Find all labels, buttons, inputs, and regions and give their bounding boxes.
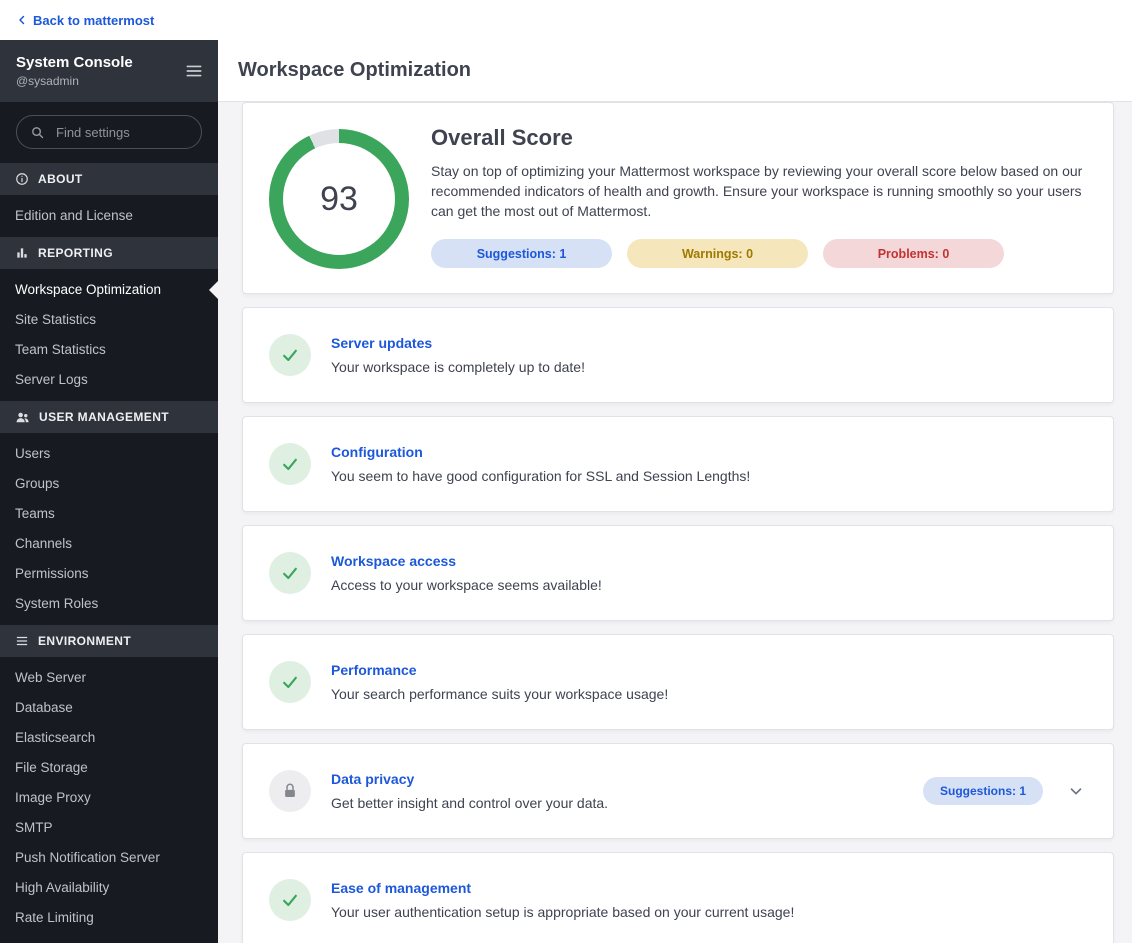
- section-header-about: ABOUT: [0, 163, 218, 195]
- card-ease-of-management: Ease of management Your user authenticati…: [242, 852, 1114, 943]
- status-text: Configuration You seem to have good confi…: [331, 444, 1085, 484]
- sidebar-item-high-availability[interactable]: High Availability: [0, 873, 218, 903]
- sidebar: System Console @sysadmin ABOUT Edition an…: [0, 40, 218, 943]
- status-text: Data privacy Get better insight and contr…: [331, 771, 923, 811]
- search-box[interactable]: [16, 115, 202, 149]
- check-icon: [269, 879, 311, 921]
- status-title-link[interactable]: Configuration: [331, 444, 423, 460]
- sidebar-item-web-server[interactable]: Web Server: [0, 663, 218, 693]
- console-user: @sysadmin: [16, 74, 79, 88]
- status-text: Workspace access Access to your workspace…: [331, 553, 1085, 593]
- sidebar-item-system-roles[interactable]: System Roles: [0, 589, 218, 619]
- section-label: USER MANAGEMENT: [39, 410, 170, 424]
- sidebar-item-elasticsearch[interactable]: Elasticsearch: [0, 723, 218, 753]
- sidebar-item-push-notification-server[interactable]: Push Notification Server: [0, 843, 218, 873]
- section-label: REPORTING: [38, 246, 113, 260]
- info-icon: [15, 172, 29, 186]
- search-icon: [30, 125, 45, 140]
- section-label: ENVIRONMENT: [38, 634, 132, 648]
- status-description: Get better insight and control over your…: [331, 795, 609, 811]
- sidebar-item-workspace-optimization[interactable]: Workspace Optimization: [0, 275, 218, 305]
- chip-warnings: Warnings: 0: [627, 239, 808, 268]
- page-header: Workspace Optimization: [218, 40, 1132, 102]
- chip-problems: Problems: 0: [823, 239, 1004, 268]
- status-title-link[interactable]: Ease of management: [331, 880, 471, 896]
- chevron-left-icon: [16, 14, 28, 26]
- back-label: Back to mattermost: [33, 12, 155, 28]
- console-title: System Console: [16, 54, 133, 71]
- menu-icon[interactable]: [184, 61, 204, 81]
- sidebar-item-rate-limiting[interactable]: Rate Limiting: [0, 903, 218, 933]
- sidebar-item-server-logs[interactable]: Server Logs: [0, 365, 218, 395]
- status-description: Access to your workspace seems available…: [331, 577, 602, 593]
- sidebar-item-image-proxy[interactable]: Image Proxy: [0, 783, 218, 813]
- status-right: Suggestions: 1: [923, 777, 1085, 805]
- status-text: Server updates Your workspace is complete…: [331, 335, 1085, 375]
- content: 93 Overall Score Stay on top of optimizi…: [218, 102, 1132, 943]
- chip-suggestions: Suggestions: 1: [431, 239, 612, 268]
- overview-title: Overall Score: [431, 125, 573, 150]
- sidebar-nav: ABOUT Edition and License REPORTING Workspa…: [0, 163, 218, 943]
- lock-icon: [269, 770, 311, 812]
- card-server-updates: Server updates Your workspace is complete…: [242, 307, 1114, 403]
- search-input[interactable]: [54, 123, 188, 141]
- sidebar-item-database[interactable]: Database: [0, 693, 218, 723]
- status-text: Performance Your search performance suits…: [331, 662, 1085, 702]
- sidebar-item-file-storage[interactable]: File Storage: [0, 753, 218, 783]
- status-title-link[interactable]: Performance: [331, 662, 417, 678]
- sidebar-item-groups[interactable]: Groups: [0, 469, 218, 499]
- status-title-link[interactable]: Server updates: [331, 335, 432, 351]
- status-description: Your search performance suits your works…: [331, 686, 669, 702]
- users-icon: [15, 410, 30, 425]
- bar-chart-icon: [15, 246, 29, 260]
- card-performance: Performance Your search performance suits…: [242, 634, 1114, 730]
- environment-icon: [15, 634, 29, 648]
- score-donut: 93: [269, 129, 409, 269]
- score-value: 93: [320, 179, 358, 218]
- sidebar-item-team-statistics[interactable]: Team Statistics: [0, 335, 218, 365]
- status-text: Ease of management Your user authenticati…: [331, 880, 1085, 920]
- score-donut-inner: 93: [283, 143, 395, 255]
- overview-body: Overall Score Stay on top of optimizing …: [431, 123, 1085, 269]
- section-header-environment: ENVIRONMENT: [0, 625, 218, 657]
- sidebar-item-site-statistics[interactable]: Site Statistics: [0, 305, 218, 335]
- sidebar-item-teams[interactable]: Teams: [0, 499, 218, 529]
- page-title: Workspace Optimization: [238, 59, 472, 81]
- sidebar-item-smtp[interactable]: SMTP: [0, 813, 218, 843]
- back-link[interactable]: Back to mattermost: [16, 13, 154, 28]
- check-icon: [269, 334, 311, 376]
- sidebar-item-users[interactable]: Users: [0, 439, 218, 469]
- section-label: ABOUT: [38, 172, 83, 186]
- card-data-privacy: Data privacy Get better insight and contr…: [242, 743, 1114, 839]
- card-workspace-access: Workspace access Access to your workspace…: [242, 525, 1114, 621]
- topbar: Back to mattermost: [0, 0, 1132, 40]
- search-wrap: [0, 102, 218, 163]
- status-description: Your workspace is completely up to date!: [331, 359, 585, 375]
- console-identity: System Console @sysadmin: [16, 54, 133, 88]
- section-header-user-management: USER MANAGEMENT: [0, 401, 218, 433]
- status-title-link[interactable]: Workspace access: [331, 553, 456, 569]
- check-icon: [269, 661, 311, 703]
- main: Workspace Optimization 93 Overall Score …: [218, 40, 1132, 943]
- sidebar-header: System Console @sysadmin: [0, 40, 218, 102]
- sidebar-item-channels[interactable]: Channels: [0, 529, 218, 559]
- card-configuration: Configuration You seem to have good confi…: [242, 416, 1114, 512]
- status-cards: Server updates Your workspace is complete…: [242, 307, 1114, 943]
- sidebar-item-edition-and-license[interactable]: Edition and License: [0, 201, 218, 231]
- card-chip-suggestions: Suggestions: 1: [923, 777, 1043, 805]
- chevron-down-icon[interactable]: [1067, 782, 1085, 800]
- check-icon: [269, 552, 311, 594]
- check-icon: [269, 443, 311, 485]
- overall-score-card: 93 Overall Score Stay on top of optimizi…: [242, 102, 1114, 294]
- overview-chips: Suggestions: 1 Warnings: 0 Problems: 0: [431, 239, 1085, 268]
- status-title-link[interactable]: Data privacy: [331, 771, 414, 787]
- layout: System Console @sysadmin ABOUT Edition an…: [0, 40, 1132, 943]
- status-description: You seem to have good configuration for …: [331, 468, 751, 484]
- section-header-reporting: REPORTING: [0, 237, 218, 269]
- overview-description: Stay on top of optimizing your Mattermos…: [431, 163, 1083, 219]
- status-description: Your user authentication setup is approp…: [331, 904, 795, 920]
- sidebar-item-permissions[interactable]: Permissions: [0, 559, 218, 589]
